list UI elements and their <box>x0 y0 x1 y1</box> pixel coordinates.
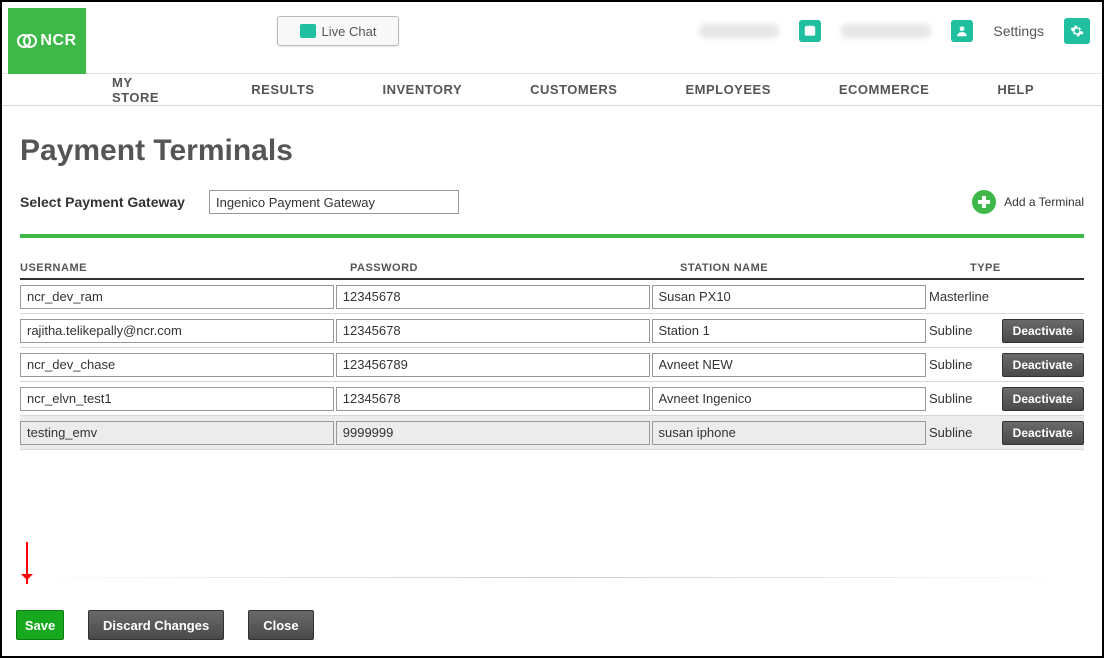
brand-logo: NCR <box>8 8 86 74</box>
station-input[interactable] <box>652 387 926 411</box>
username-input[interactable] <box>20 353 334 377</box>
nav-results[interactable]: RESULTS <box>251 82 314 97</box>
password-input[interactable] <box>336 285 650 309</box>
gateway-label: Select Payment Gateway <box>20 194 185 210</box>
add-terminal-label: Add a Terminal <box>1004 195 1084 209</box>
save-button[interactable]: Save <box>16 610 64 640</box>
nav-my-store[interactable]: MY STORE <box>112 75 183 105</box>
station-input[interactable] <box>652 285 926 309</box>
col-station: STATION NAME <box>680 262 970 274</box>
header-obscured-2 <box>841 24 931 38</box>
col-password: PASSWORD <box>350 262 680 274</box>
deactivate-button[interactable]: Deactivate <box>1002 387 1084 411</box>
username-input[interactable] <box>20 421 334 445</box>
store-icon[interactable] <box>799 20 821 42</box>
password-input[interactable] <box>336 387 650 411</box>
brand-text: NCR <box>17 32 76 50</box>
type-label: Subline <box>929 323 1002 338</box>
table-row: Masterline <box>20 280 1084 314</box>
content: Payment Terminals Select Payment Gateway… <box>2 106 1102 450</box>
deactivate-button[interactable]: Deactivate <box>1002 319 1084 343</box>
username-input[interactable] <box>20 285 334 309</box>
station-input[interactable] <box>652 421 926 445</box>
brand-name: NCR <box>40 32 76 50</box>
live-chat-button[interactable]: Live Chat <box>277 16 399 46</box>
table-row: SublineDeactivate <box>20 314 1084 348</box>
footer-separator <box>16 577 1088 578</box>
header-obscured-1 <box>699 24 779 38</box>
nav-employees[interactable]: EMPLOYEES <box>685 82 770 97</box>
topbar: NCR Live Chat Settings <box>2 2 1102 74</box>
main-nav: MY STORE RESULTS INVENTORY CUSTOMERS EMP… <box>2 74 1102 106</box>
page-title: Payment Terminals <box>20 134 1084 168</box>
type-label: Subline <box>929 357 1002 372</box>
gateway-select[interactable] <box>209 190 459 214</box>
table-row: SublineDeactivate <box>20 348 1084 382</box>
station-input[interactable] <box>652 319 926 343</box>
type-label: Masterline <box>929 289 1002 304</box>
brand-rings-icon <box>17 34 37 48</box>
username-input[interactable] <box>20 319 334 343</box>
password-input[interactable] <box>336 353 650 377</box>
user-icon[interactable] <box>951 20 973 42</box>
password-input[interactable] <box>336 421 650 445</box>
live-chat-label: Live Chat <box>322 24 377 39</box>
table-header: USERNAME PASSWORD STATION NAME TYPE <box>20 262 1084 280</box>
deactivate-button[interactable]: Deactivate <box>1002 421 1084 445</box>
nav-ecommerce[interactable]: ECOMMERCE <box>839 82 929 97</box>
close-button[interactable]: Close <box>248 610 313 640</box>
type-label: Subline <box>929 425 1002 440</box>
deactivate-button[interactable]: Deactivate <box>1002 353 1084 377</box>
col-type: TYPE <box>970 262 1084 274</box>
station-input[interactable] <box>652 353 926 377</box>
green-separator <box>20 234 1084 238</box>
chat-icon <box>300 24 316 38</box>
type-label: Subline <box>929 391 1002 406</box>
nav-inventory[interactable]: INVENTORY <box>383 82 463 97</box>
footer: Save Discard Changes Close <box>16 610 1088 640</box>
plus-icon <box>972 190 996 214</box>
username-input[interactable] <box>20 387 334 411</box>
gateway-row: Select Payment Gateway Add a Terminal <box>20 190 1084 214</box>
table-row: SublineDeactivate <box>20 382 1084 416</box>
header-right: Settings <box>699 18 1090 44</box>
nav-customers[interactable]: CUSTOMERS <box>530 82 617 97</box>
settings-gear-button[interactable] <box>1064 18 1090 44</box>
discard-button[interactable]: Discard Changes <box>88 610 224 640</box>
add-terminal-button[interactable]: Add a Terminal <box>972 190 1084 214</box>
col-username: USERNAME <box>20 262 350 274</box>
password-input[interactable] <box>336 319 650 343</box>
table-body: MasterlineSublineDeactivateSublineDeacti… <box>20 280 1084 450</box>
table-row: SublineDeactivate <box>20 416 1084 450</box>
settings-link[interactable]: Settings <box>993 23 1044 39</box>
nav-help[interactable]: HELP <box>997 82 1034 97</box>
